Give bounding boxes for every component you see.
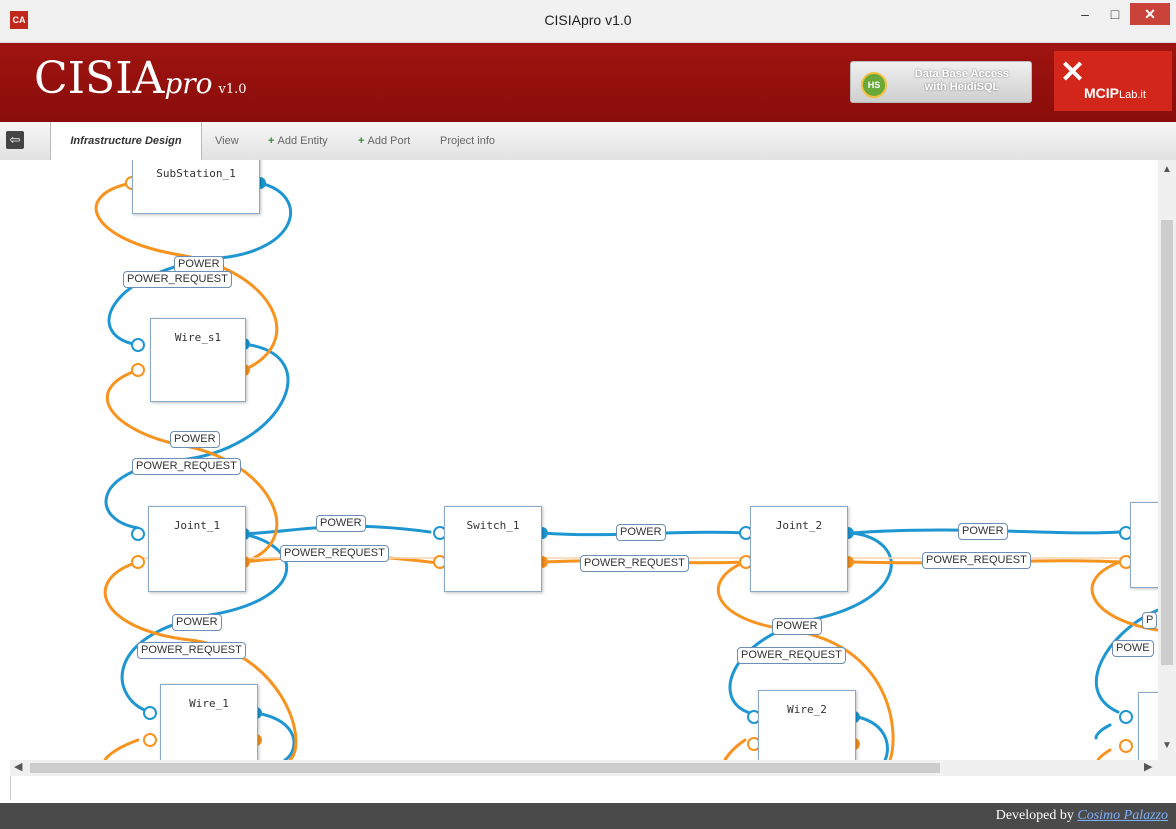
input-port	[1119, 710, 1133, 724]
mcip-suffix: Lab.it	[1119, 89, 1146, 101]
power-wire	[856, 715, 889, 760]
edge-label-power[interactable]: POWER	[772, 618, 822, 635]
footer-bar: Developed by Cosimo Palazzo	[0, 803, 1176, 829]
node-label: Wire_1	[189, 697, 229, 710]
node-clipped-right[interactable]	[1130, 502, 1158, 588]
mcip-text: MCIPLab.it	[1084, 85, 1146, 101]
edge-label-power-request[interactable]: POWER_REQUEST	[737, 647, 846, 664]
edge-label-power-clipped[interactable]: P	[1142, 612, 1158, 629]
edge-label-power[interactable]: POWER	[170, 431, 220, 448]
edge-label-power-request[interactable]: POWER_REQUEST	[922, 552, 1031, 569]
edge-label-power-request[interactable]: POWER_REQUEST	[580, 555, 689, 572]
logo-main: CISIA	[34, 53, 165, 104]
heidisql-label: Data Base Access with HeidiSQL	[897, 68, 1027, 94]
node-label: Joint_2	[775, 519, 823, 532]
main-toolbar: ⇦ Infrastructure Design View + Add Entit…	[0, 122, 1176, 161]
scroll-right-icon[interactable]: ▶	[1144, 760, 1152, 773]
edge-label-power-request-clipped[interactable]: POWE	[1112, 640, 1154, 657]
edge-label-power[interactable]: POWER	[958, 523, 1008, 540]
mcip-x-icon: ✕	[1060, 56, 1086, 89]
node-label: Switch_1	[466, 519, 520, 532]
design-canvas[interactable]: SubStation_1 Wire_s1 Joint_1 Switch_1 Jo…	[10, 160, 1158, 760]
heidisql-icon: HS	[861, 72, 887, 98]
edge-label-power-request[interactable]: POWER_REQUEST	[132, 458, 241, 475]
edge-label-power[interactable]: POWER	[616, 524, 666, 541]
scroll-corner	[1158, 760, 1176, 776]
edge-label-power-request[interactable]: POWER_REQUEST	[123, 271, 232, 288]
window-title-bar: CA CISIApro v1.0 – □ ✕	[0, 0, 1176, 43]
horizontal-scrollbar[interactable]: ◀ ▶	[10, 760, 1158, 776]
add-entity-button[interactable]: + Add Entity	[268, 122, 328, 160]
input-port	[143, 733, 157, 747]
edge-label-power[interactable]: POWER	[172, 614, 222, 631]
edge-label-power-request[interactable]: POWER_REQUEST	[137, 642, 246, 659]
node-clipped-right-lower[interactable]	[1138, 692, 1158, 760]
mcip-lab-logo[interactable]: ✕ MCIPLab.it	[1054, 51, 1172, 111]
edge-label-power[interactable]: POWER	[316, 515, 366, 532]
input-port	[131, 527, 145, 541]
maximize-button[interactable]: □	[1100, 3, 1130, 25]
node-label: SubStation_1	[156, 167, 236, 180]
node-joint-1[interactable]: Joint_1	[148, 506, 246, 592]
node-substation-1[interactable]: SubStation_1	[132, 160, 260, 214]
minimize-button[interactable]: –	[1070, 3, 1100, 25]
power-request-wire	[723, 738, 747, 760]
input-port	[131, 363, 145, 377]
power-wire	[254, 711, 296, 760]
power-request-wire	[103, 738, 140, 760]
node-label: Joint_1	[173, 519, 221, 532]
node-wire-2[interactable]: Wire_2	[758, 690, 856, 760]
vertical-scroll-thumb[interactable]	[1161, 220, 1173, 665]
input-port	[1119, 739, 1133, 753]
vertical-scrollbar[interactable]: ▲ ▼	[1158, 160, 1176, 760]
add-entity-label: Add Entity	[277, 135, 328, 147]
edge-label-power-request[interactable]: POWER_REQUEST	[280, 545, 389, 562]
window-title: CISIApro v1.0	[544, 12, 632, 28]
close-button[interactable]: ✕	[1130, 3, 1170, 25]
heidisql-label-line2: with HeidiSQL	[924, 81, 1000, 93]
add-port-button[interactable]: + Add Port	[358, 122, 410, 160]
tab-view[interactable]: View	[215, 122, 239, 160]
add-port-label: Add Port	[367, 135, 411, 147]
node-joint-2[interactable]: Joint_2	[750, 506, 848, 592]
cisia-logo: CISIApro v1.0	[34, 53, 247, 104]
tab-infrastructure-design[interactable]: Infrastructure Design	[50, 122, 202, 160]
power-request-wire	[1094, 723, 1112, 740]
horizontal-scroll-thumb[interactable]	[30, 763, 940, 773]
exit-icon[interactable]: ⇦	[6, 131, 24, 149]
author-link[interactable]: Cosimo Palazzo	[1077, 808, 1168, 823]
node-label: Wire_2	[787, 703, 827, 716]
heidisql-button[interactable]: HS Data Base Access with HeidiSQL	[850, 61, 1032, 103]
scroll-down-icon[interactable]: ▼	[1158, 740, 1176, 751]
node-wire-s1[interactable]: Wire_s1	[150, 318, 246, 402]
credit-prefix: Developed by	[995, 808, 1078, 823]
mcip-main: MCIP	[1084, 85, 1119, 101]
heidisql-label-line1: Data Base Access	[914, 68, 1010, 80]
developer-credit: Developed by Cosimo Palazzo	[996, 808, 1168, 824]
logo-version: v1.0	[218, 82, 247, 97]
input-port	[131, 338, 145, 352]
node-wire-1[interactable]: Wire_1	[160, 684, 258, 760]
input-port	[131, 555, 145, 569]
scroll-left-icon[interactable]: ◀	[14, 760, 22, 773]
node-label: Wire_s1	[174, 331, 222, 344]
input-port	[143, 706, 157, 720]
scroll-up-icon[interactable]: ▲	[1158, 164, 1176, 175]
logo-pro: pro	[164, 67, 213, 100]
app-banner: CISIApro v1.0 HS Data Base Access with He…	[0, 43, 1176, 122]
tab-project-info[interactable]: Project info	[440, 122, 495, 160]
node-switch-1[interactable]: Switch_1	[444, 506, 542, 592]
power-request-wire	[1096, 748, 1112, 760]
